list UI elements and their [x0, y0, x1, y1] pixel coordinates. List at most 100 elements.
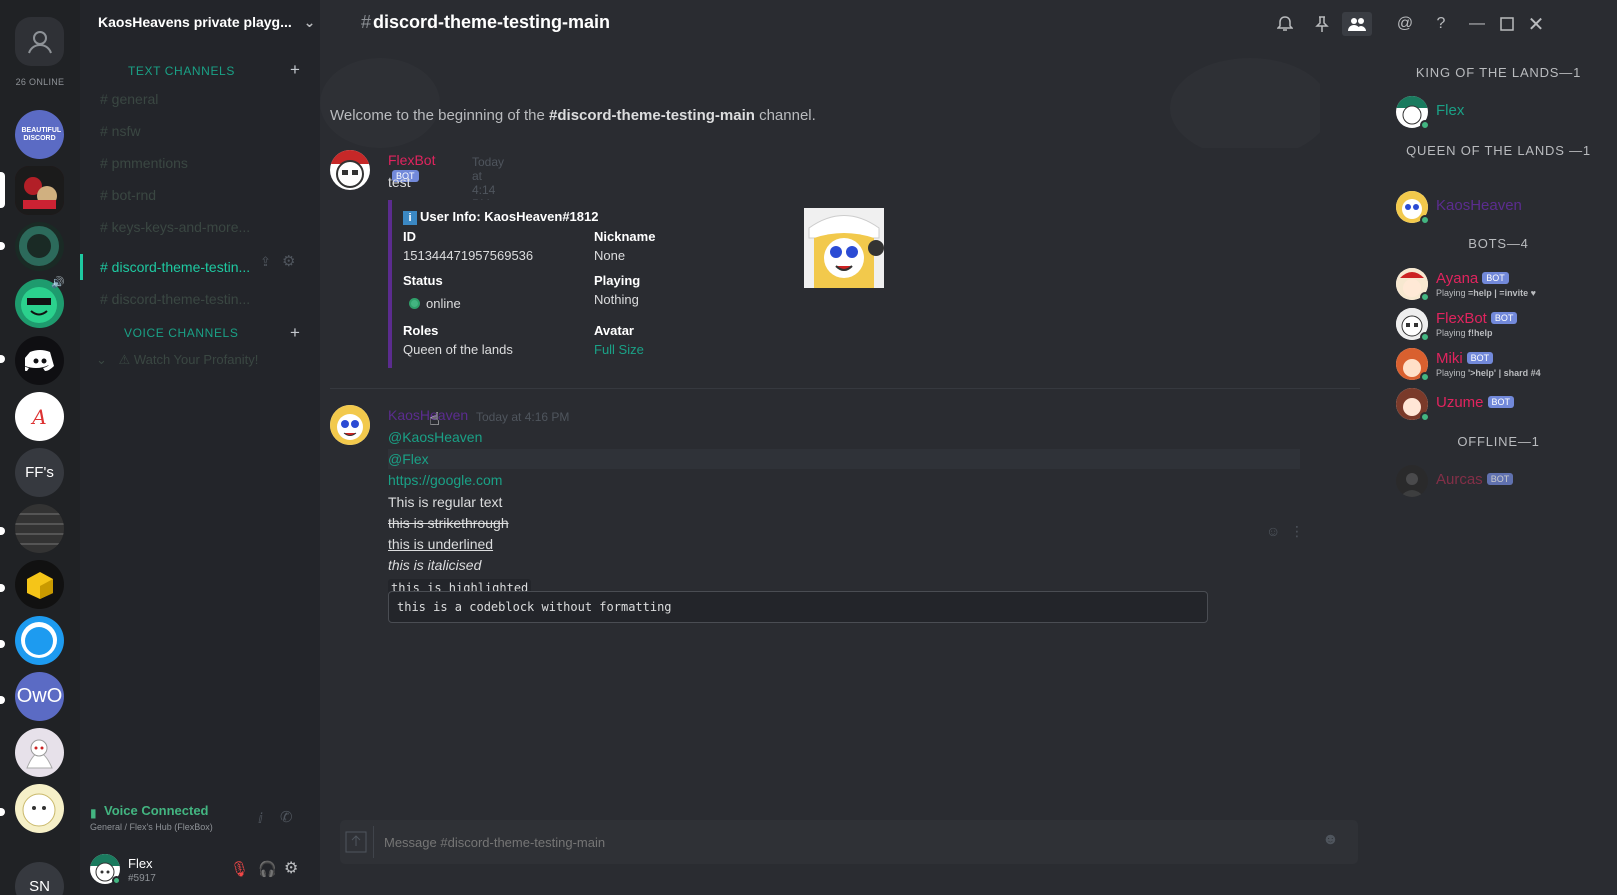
embed-field-avatar: Avatar [594, 323, 634, 338]
member-miki[interactable]: Miki BOT Playing '>help' | shard #4 [1396, 346, 1616, 382]
message-divider [330, 388, 1360, 389]
mention-flex[interactable]: @Flex [388, 451, 429, 467]
member-name: Ayana BOT [1436, 270, 1509, 287]
server-beautiful-discord[interactable]: BEAUTIFUL DISCORD [15, 110, 64, 159]
info-icon: i [403, 211, 417, 225]
server-avatar-2[interactable] [15, 166, 64, 215]
unread-pip [0, 527, 5, 535]
voice-channels-category[interactable]: VOICE CHANNELS [124, 326, 238, 340]
member-flexbot[interactable]: FlexBot BOT Playing f!help [1396, 306, 1616, 342]
server-image [21, 622, 57, 658]
text-channels-category[interactable]: TEXT CHANNELS [128, 64, 235, 78]
channel-discord-theme-testing-2[interactable]: # discord-theme-testin... [80, 286, 320, 312]
server-avatar-8[interactable] [15, 504, 64, 553]
arch-logo-icon: A [32, 404, 47, 429]
server-avatar-13[interactable] [15, 784, 64, 833]
bot-badge: BOT [1487, 396, 1515, 408]
member-kaosheaven[interactable]: KaosHeaven [1396, 189, 1616, 225]
field-name: Avatar [594, 323, 634, 338]
field-name: ID [403, 229, 416, 244]
mention-icon[interactable]: @ [1393, 12, 1417, 36]
channel-nsfw[interactable]: # nsfw [80, 118, 320, 144]
guild-header[interactable]: KaosHeavens private playg... ⌄ [98, 14, 315, 31]
member-ayana[interactable]: Ayana BOT Playing =help | =invite ♥ [1396, 266, 1616, 302]
add-reaction-icon[interactable]: ☺ [1266, 523, 1280, 539]
link-google[interactable]: https://google.com [388, 472, 502, 488]
help-icon[interactable]: ? [1429, 12, 1453, 36]
headphones-icon[interactable]: 🎧 [258, 860, 277, 878]
close-icon[interactable]: ✕ [1524, 12, 1548, 36]
server-arch[interactable]: A [15, 392, 64, 441]
full-size-link[interactable]: Full Size [594, 342, 644, 357]
member-uzume[interactable]: Uzume BOT [1396, 386, 1616, 422]
voice-status[interactable]: Voice Connected [104, 803, 209, 818]
voice-channel-watch-your-profanity[interactable]: ⌄ ⚠ Watch Your Profanity! [96, 352, 258, 368]
bot-badge: BOT [1482, 272, 1509, 284]
more-options-icon[interactable]: ⋮ [1290, 523, 1304, 540]
friends-home-button[interactable] [15, 17, 64, 66]
server-owo[interactable]: OwO [15, 672, 64, 721]
hash-icon: # [361, 12, 372, 32]
server-discord[interactable] [15, 336, 64, 385]
warning-icon: ⚠ [118, 352, 131, 367]
emoji-picker-icon[interactable]: ☻ [1322, 831, 1339, 849]
status-dot [112, 876, 121, 885]
member-flex[interactable]: Flex [1396, 94, 1616, 130]
server-avatar-9[interactable] [15, 560, 64, 609]
member-aurcas[interactable]: Aurcas BOT [1396, 463, 1616, 499]
channel-general[interactable]: # general [80, 86, 320, 112]
mute-icon[interactable]: 🎙 [230, 860, 249, 878]
channel-pmmentions[interactable]: # pmmentions [80, 150, 320, 176]
member-list-icon[interactable] [1342, 12, 1372, 36]
bell-icon[interactable] [1273, 12, 1297, 36]
server-avatar-10[interactable] [15, 616, 64, 665]
message-input[interactable] [384, 832, 1284, 852]
bot-badge: BOT [1466, 352, 1494, 364]
role-header-offline: OFFLINE—1 [1457, 434, 1540, 449]
server-sn[interactable]: SN [15, 862, 64, 895]
channel-keys[interactable]: # keys-keys-and-more... [80, 214, 320, 240]
upload-button[interactable] [340, 826, 374, 858]
server-label: OwO [16, 685, 63, 707]
message-text: test [388, 174, 411, 190]
gear-icon[interactable]: ⚙ [284, 858, 298, 878]
user-tag: #5917 [128, 873, 156, 884]
bot-badge: BOT [1486, 473, 1514, 485]
server-image [26, 739, 53, 769]
regular-text: This is regular text [388, 494, 503, 510]
unread-pip [0, 584, 5, 592]
welcome-channel: #discord-theme-testing-main [549, 107, 755, 124]
disconnect-icon[interactable]: ✆ [280, 808, 293, 826]
avatar[interactable] [330, 150, 370, 190]
channel-sidebar: KaosHeavens private playg... ⌄ TEXT CHAN… [80, 0, 320, 895]
embed-field-id-value: 151344471957569536 [403, 248, 534, 263]
gear-icon[interactable]: ⚙ [282, 252, 295, 270]
channel-bot-rnd[interactable]: # bot-rnd [80, 182, 320, 208]
add-channel-icon[interactable]: + [290, 60, 300, 80]
minimize-icon[interactable]: — [1465, 12, 1489, 36]
chevron-down-icon: ⌄ [96, 352, 107, 367]
online-status-dot [1420, 292, 1430, 302]
bot-badge: BOT [1490, 312, 1518, 324]
server-ffs[interactable]: FF's [15, 448, 64, 497]
mention-kaosheaven[interactable]: @KaosHeaven [388, 429, 482, 445]
mention-highlight-row [388, 449, 1300, 469]
pin-icon[interactable] [1310, 12, 1334, 36]
maximize-icon[interactable] [1495, 12, 1519, 36]
server-avatar-3[interactable] [15, 222, 64, 271]
strikethrough-text: this is strikethrough [388, 515, 509, 531]
server-avatar-12[interactable] [15, 728, 64, 777]
embed-thumbnail[interactable] [804, 208, 884, 288]
server-image [19, 226, 59, 266]
member-name: Aurcas BOT [1436, 471, 1514, 488]
server-label: BEAUTIFUL DISCORD [21, 126, 62, 142]
info-icon[interactable]: ⅈ [258, 810, 263, 827]
invite-icon[interactable]: ⇪ [260, 254, 271, 270]
member-game: Playing '>help' | shard #4 [1436, 368, 1541, 378]
embed-field-playing-value: Nothing [594, 292, 639, 307]
server-image [15, 166, 64, 215]
message-timestamp: Today at 4:16 PM [476, 410, 570, 424]
add-voice-channel-icon[interactable]: + [290, 323, 300, 343]
embed-field-nickname-value: None [594, 248, 626, 263]
avatar[interactable] [330, 405, 370, 445]
